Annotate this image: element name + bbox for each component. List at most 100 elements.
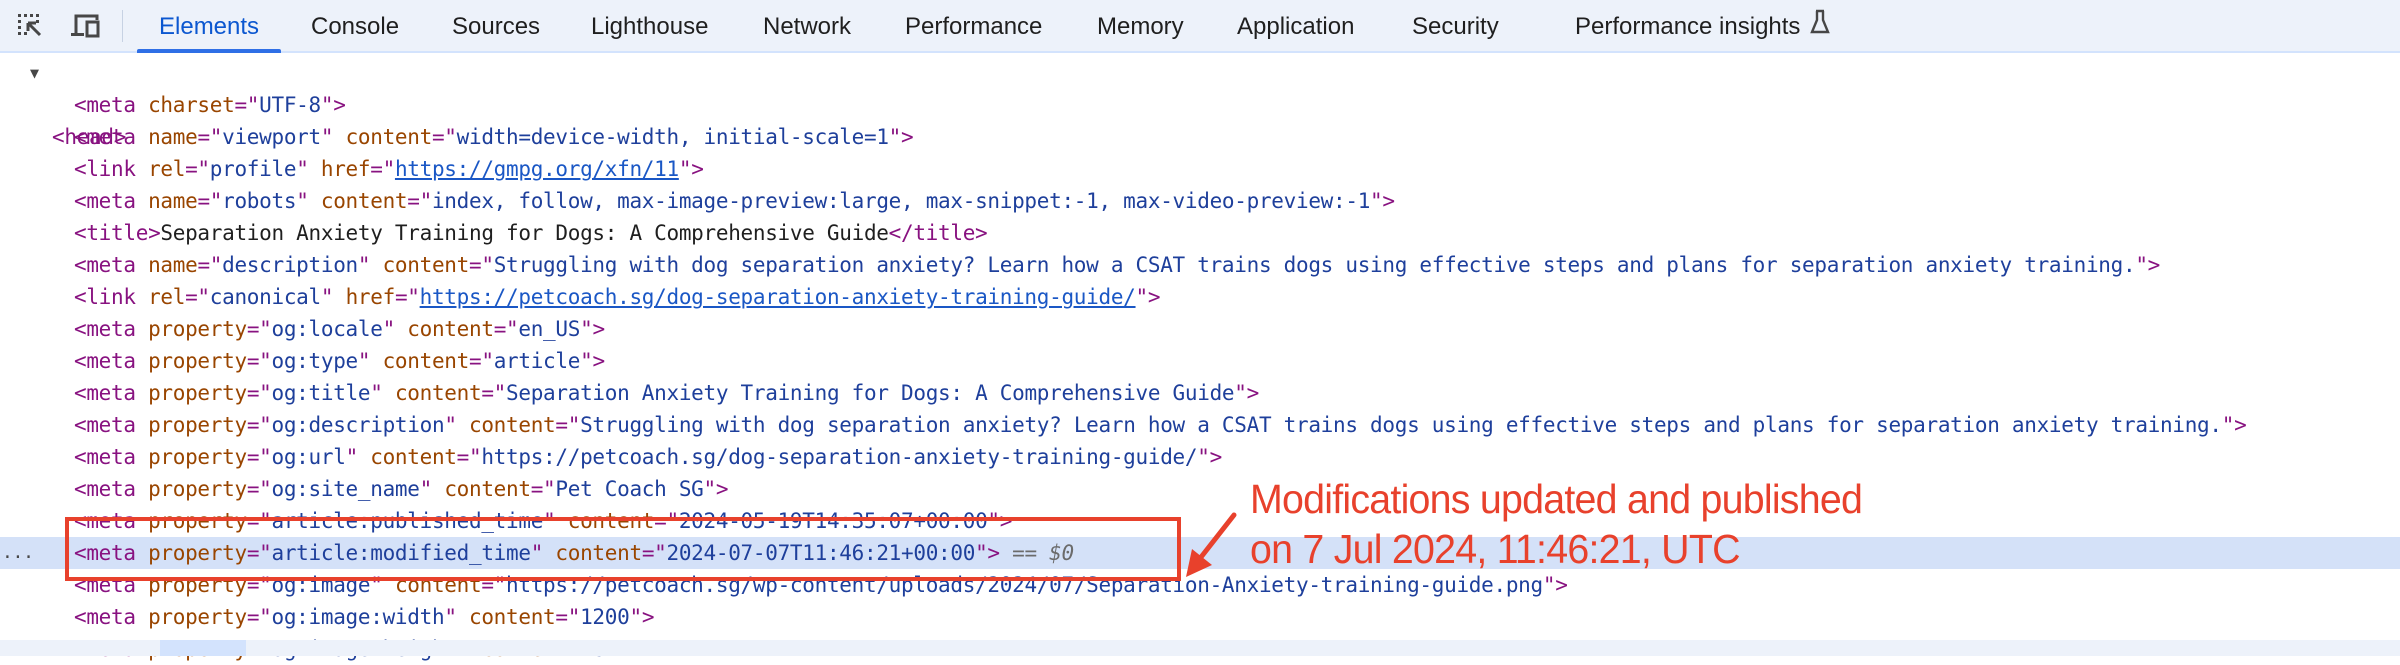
attribute-value: Separation Anxiety Training for Dogs: A … — [506, 381, 1235, 405]
attribute-name: property — [148, 445, 247, 469]
dom-node[interactable]: <link rel="profile" href="https://gmpg.o… — [0, 153, 2400, 185]
attribute-name: rel — [148, 285, 186, 309]
attribute-quote: " — [419, 477, 433, 501]
expand-triangle-icon[interactable]: ▼ — [30, 57, 39, 89]
annotation-line-2: on 7 Jul 2024, 11:46:21, UTC — [1250, 526, 1741, 572]
attribute-quote: " — [345, 445, 359, 469]
highlight-box — [65, 517, 1181, 581]
attribute-name: property — [148, 605, 247, 629]
attribute-quote: =" — [555, 413, 581, 437]
node-markup: <link rel="canonical" href="https://petc… — [74, 281, 1161, 313]
tab-application[interactable]: Application — [1237, 0, 1354, 51]
dom-node[interactable]: <meta property="og:image:width" content=… — [0, 601, 2400, 633]
attribute-value: og:title — [271, 381, 371, 405]
attribute-value: https://petcoach.sg/dog-separation-anxie… — [481, 445, 1198, 469]
attribute-quote: =" — [493, 317, 519, 341]
tab-sources[interactable]: Sources — [452, 0, 540, 51]
attribute-name: name — [148, 189, 198, 213]
attribute-name: href — [320, 157, 371, 181]
attribute-value: index, follow, max-image-preview:large, … — [431, 189, 1371, 213]
tab-console[interactable]: Console — [311, 0, 399, 51]
attribute-quote: =" — [246, 477, 272, 501]
attribute-quote: " — [320, 125, 334, 149]
tag-close: > — [333, 93, 346, 117]
attribute-quote: =" — [469, 253, 494, 277]
annotation-line-1: Modifications updated and published — [1250, 476, 1863, 522]
attribute-name: name — [148, 253, 198, 277]
node-actions-ellipsis-icon[interactable]: ... — [2, 537, 34, 569]
tab-performance-insights[interactable]: Performance insights — [1575, 0, 1831, 51]
tab-network[interactable]: Network — [763, 0, 851, 51]
dom-node[interactable]: <meta property="og:locale" content="en_U… — [0, 313, 2400, 345]
attribute-quote: " — [2135, 253, 2148, 277]
attribute-value: profile — [209, 157, 297, 181]
dom-node[interactable]: <meta name="robots" content="index, foll… — [0, 185, 2400, 217]
attribute-value: viewport — [222, 125, 321, 149]
attribute-quote: =" — [246, 445, 272, 469]
dom-node[interactable]: <meta property="og:site_name" content="P… — [0, 473, 2400, 505]
text-node: Separation Anxiety Training for Dogs: A … — [160, 221, 889, 245]
dom-node[interactable]: <meta property="og:url" content="https:/… — [0, 441, 2400, 473]
attribute-link[interactable]: https://petcoach.sg/dog-separation-anxie… — [420, 285, 1136, 309]
tag-close: > — [691, 157, 704, 181]
attribute-quote: " — [320, 93, 334, 117]
attribute-quote: " — [2221, 413, 2235, 437]
tag-name: <meta — [74, 253, 136, 277]
dom-node-head[interactable]: ▼ <head> — [0, 57, 2400, 149]
tab-security[interactable]: Security — [1412, 0, 1499, 51]
tag-name: <title — [74, 221, 149, 245]
attribute-value: Struggling with dog separation anxiety? … — [580, 413, 2222, 437]
attribute-quote: " — [629, 605, 642, 629]
attribute-name: property — [148, 381, 247, 405]
attribute-quote: " — [1370, 189, 1383, 213]
annotation-text: Modifications updated and published on 7… — [1250, 474, 1863, 574]
dom-node[interactable]: <meta name="viewport" content="width=dev… — [0, 121, 2400, 153]
dom-node[interactable]: <meta property="og:title" content="Separ… — [0, 377, 2400, 409]
dom-node[interactable]: <link rel="canonical" href="https://petc… — [0, 281, 2400, 313]
tab-performance[interactable]: Performance — [905, 0, 1042, 51]
node-markup: <meta property="og:site_name" content="P… — [74, 473, 729, 505]
attribute-value: article — [493, 349, 581, 373]
node-markup: <meta property="og:locale" content="en_U… — [74, 313, 605, 345]
device-toolbar-icon[interactable] — [70, 12, 100, 40]
attribute-quote: " — [1197, 445, 1210, 469]
tag-close: > — [592, 349, 605, 373]
attribute-link[interactable]: https://gmpg.org/xfn/11 — [395, 157, 679, 181]
tab-lighthouse[interactable]: Lighthouse — [591, 0, 708, 51]
dom-node[interactable]: <title>Separation Anxiety Training for D… — [0, 217, 2400, 249]
dom-node[interactable]: <meta property="og:description" content=… — [0, 409, 2400, 441]
dom-node[interactable]: <meta name="description" content="Strugg… — [0, 249, 2400, 281]
tag-close: > — [2234, 413, 2247, 437]
attribute-quote: =" — [456, 445, 482, 469]
attribute-quote: =" — [185, 285, 210, 309]
node-markup: <link rel="profile" href="https://gmpg.o… — [74, 153, 704, 185]
node-markup: <title>Separation Anxiety Training for D… — [74, 217, 988, 249]
breadcrumb-item-selected[interactable] — [160, 640, 246, 656]
attribute-name: charset — [148, 93, 235, 117]
dom-node[interactable]: <meta property="og:type" content="articl… — [0, 345, 2400, 377]
tag-name: <meta — [74, 413, 136, 437]
tag-close: > — [592, 317, 605, 341]
attribute-name: content — [407, 317, 494, 341]
attribute-quote: =" — [246, 413, 272, 437]
dom-node[interactable]: <meta charset="UTF-8"> — [0, 89, 2400, 121]
tab-elements[interactable]: Elements — [136, 0, 282, 53]
tab-memory[interactable]: Memory — [1097, 0, 1184, 51]
attribute-name: property — [148, 349, 247, 373]
inspect-element-icon[interactable] — [16, 12, 46, 40]
attribute-quote: =" — [407, 189, 432, 213]
toolbar-separator — [122, 10, 123, 42]
tag-close: > — [641, 605, 655, 629]
